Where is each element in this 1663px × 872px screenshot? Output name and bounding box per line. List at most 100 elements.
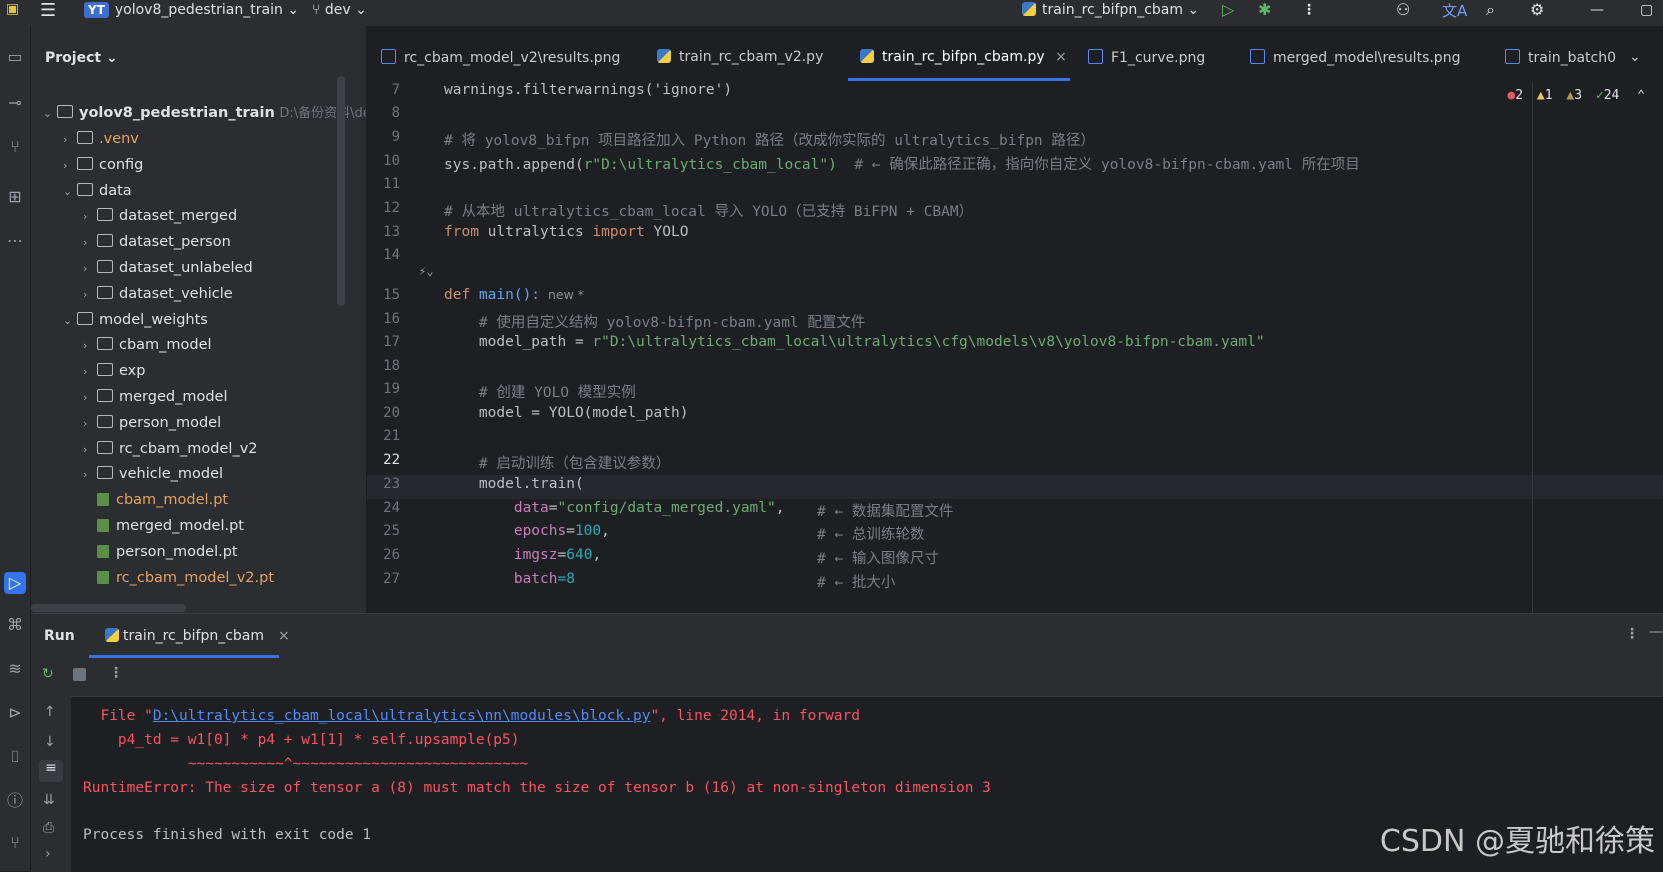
- line-number[interactable]: 7: [367, 82, 400, 98]
- tree-item-dataset-merged[interactable]: › dataset_merged: [83, 203, 237, 229]
- settings-icon[interactable]: ⚙: [1530, 0, 1544, 19]
- chevron-right-icon[interactable]: ›: [83, 437, 97, 463]
- chevron-down-icon[interactable]: ⌄: [63, 308, 77, 334]
- python-console-icon[interactable]: ⌘: [4, 614, 26, 636]
- tab-train-rc-bifpn-cbam[interactable]: train_rc_bifpn_cbam.py ×: [860, 49, 1067, 65]
- tree-item-person-model-pt[interactable]: person_model.pt: [83, 539, 238, 565]
- maximize-icon[interactable]: ▢: [1640, 2, 1653, 18]
- tab-merged-results[interactable]: merged_model\results.png: [1250, 49, 1460, 66]
- code-vision-icon[interactable]: ⚡⌄: [419, 264, 433, 278]
- chevron-right-icon[interactable]: ›: [83, 204, 97, 230]
- line-number[interactable]: 18: [367, 358, 400, 374]
- add-user-icon[interactable]: ⚇: [1396, 0, 1410, 19]
- minimize-icon[interactable]: —: [1590, 2, 1604, 18]
- tab-train-batch0[interactable]: train_batch0: [1505, 49, 1616, 66]
- close-icon[interactable]: ×: [278, 628, 290, 644]
- line-number[interactable]: 27: [367, 571, 400, 587]
- line-number[interactable]: 14: [367, 247, 400, 263]
- tree-item-dataset-unlabeled[interactable]: › dataset_unlabeled: [83, 255, 253, 281]
- structure-icon[interactable]: ⊞: [4, 186, 26, 208]
- chevron-right-icon[interactable]: ›: [83, 256, 97, 282]
- line-number[interactable]: 10: [367, 153, 400, 169]
- chevron-right-icon[interactable]: ›: [83, 385, 97, 411]
- chevron-down-icon[interactable]: ⌄: [63, 179, 77, 205]
- git-icon[interactable]: ⑂: [4, 832, 26, 854]
- chevron-right-icon[interactable]: ›: [83, 359, 97, 385]
- run-config-selector[interactable]: train_rc_bifpn_cbam ⌄: [1022, 2, 1199, 18]
- run-icon[interactable]: ▷: [1222, 0, 1234, 19]
- chevron-right-icon[interactable]: ›: [63, 127, 77, 153]
- tree-item-config[interactable]: › config: [63, 152, 143, 178]
- chevron-right-icon[interactable]: ›: [83, 411, 97, 437]
- run-tool-icon[interactable]: ▷: [4, 572, 26, 594]
- folder-icon[interactable]: ▭: [4, 46, 26, 68]
- line-number[interactable]: 9: [367, 129, 400, 145]
- services-icon[interactable]: ⊳: [4, 702, 26, 724]
- layers-icon[interactable]: ≋: [4, 658, 26, 680]
- run-tab[interactable]: train_rc_bifpn_cbam ×: [105, 628, 290, 644]
- tree-item-rc-cbam-model-v2-pt[interactable]: rc_cbam_model_v2.pt: [83, 565, 274, 591]
- run-options-icon[interactable]: ⋮: [1625, 626, 1639, 642]
- tree-vertical-scrollbar[interactable]: [337, 76, 345, 306]
- line-number[interactable]: 23: [367, 476, 400, 492]
- tabs-overflow-chevron-icon[interactable]: ⌄: [1629, 49, 1641, 65]
- tab-train-rc-cbam-v2[interactable]: train_rc_cbam_v2.py: [657, 49, 823, 65]
- code-editor[interactable]: ●2 ▲1 ▲3 ✓24 ⌃ 7 8 9 10 11 12 13 14 15 16 17 18 19 20…: [367, 82, 1663, 613]
- tree-item-cbam-model[interactable]: › cbam_model: [83, 332, 212, 358]
- terminal-icon[interactable]: ⌷: [4, 746, 26, 768]
- branch-switcher[interactable]: ⑂ dev ⌄: [312, 2, 367, 18]
- line-number[interactable]: 16: [367, 311, 400, 327]
- line-number[interactable]: 12: [367, 200, 400, 216]
- tree-horizontal-scrollbar[interactable]: [31, 604, 186, 612]
- inspection-widget[interactable]: ●2 ▲1 ▲3 ✓24 ⌃: [1507, 88, 1645, 103]
- line-number[interactable]: 22: [367, 452, 400, 468]
- tab-f1-curve[interactable]: F1_curve.png: [1088, 49, 1205, 66]
- code-author-hint[interactable]: new *: [540, 287, 584, 302]
- arrow-down-icon[interactable]: ↓: [44, 734, 56, 750]
- tree-item--venv[interactable]: › .venv: [63, 126, 139, 152]
- more-options-icon[interactable]: ⋮: [109, 665, 123, 681]
- stop-icon[interactable]: [73, 668, 86, 681]
- debug-icon[interactable]: ✱: [1258, 0, 1271, 19]
- close-icon[interactable]: ×: [1055, 49, 1067, 65]
- tree-item-dataset-person[interactable]: › dataset_person: [83, 229, 231, 255]
- tree-item-person-model[interactable]: › person_model: [83, 410, 221, 436]
- more-options-icon[interactable]: ⋮: [1302, 2, 1316, 18]
- pull-request-icon[interactable]: ⑂: [4, 136, 26, 158]
- project-switcher[interactable]: YT yolov8_pedestrian_train ⌄: [84, 2, 299, 18]
- arrow-up-icon[interactable]: ↑: [44, 704, 56, 720]
- tree-item-rc-cbam-model-v2[interactable]: › rc_cbam_model_v2: [83, 436, 258, 462]
- app-logo-icon[interactable]: ▣: [6, 1, 19, 17]
- line-number[interactable]: 21: [367, 428, 400, 444]
- line-number[interactable]: 17: [367, 334, 400, 350]
- search-icon[interactable]: ⌕: [1486, 0, 1495, 20]
- commit-icon[interactable]: ⊸: [4, 92, 26, 114]
- scroll-to-end-icon[interactable]: ⇊: [43, 792, 55, 808]
- line-number[interactable]: 25: [367, 523, 400, 539]
- project-panel-header[interactable]: Project ⌄: [45, 50, 118, 66]
- tree-item-cbam-model-pt[interactable]: cbam_model.pt: [83, 487, 228, 513]
- chevron-right-icon[interactable]: ›: [63, 153, 77, 179]
- rerun-icon[interactable]: ↻: [42, 666, 54, 682]
- tree-item-vehicle-model[interactable]: › vehicle_model: [83, 461, 223, 487]
- chevron-right-icon[interactable]: ›: [45, 846, 51, 862]
- tab-results-png-rc[interactable]: rc_cbam_model_v2\results.png: [381, 49, 620, 66]
- chevron-right-icon[interactable]: ›: [83, 462, 97, 488]
- tree-item-exp[interactable]: › exp: [83, 358, 145, 384]
- line-number[interactable]: 8: [367, 105, 400, 121]
- line-number[interactable]: 13: [367, 224, 400, 240]
- hide-panel-icon[interactable]: —: [1649, 624, 1663, 640]
- problems-icon[interactable]: ⓘ: [4, 790, 26, 812]
- line-number[interactable]: 26: [367, 547, 400, 563]
- line-number[interactable]: 24: [367, 500, 400, 516]
- tree-item-merged-model[interactable]: › merged_model: [83, 384, 227, 410]
- chevron-right-icon[interactable]: ›: [83, 282, 97, 308]
- tree-item-model-weights[interactable]: ⌄ model_weights: [63, 307, 208, 333]
- main-menu-icon[interactable]: ☰: [40, 0, 56, 21]
- print-icon[interactable]: ⎙: [43, 820, 54, 836]
- more-tools-icon[interactable]: ⋯: [4, 230, 26, 252]
- line-number[interactable]: 11: [367, 176, 400, 192]
- line-number[interactable]: 15: [367, 287, 400, 303]
- chevron-right-icon[interactable]: ›: [83, 230, 97, 256]
- tree-item-data[interactable]: ⌄ data: [63, 178, 132, 204]
